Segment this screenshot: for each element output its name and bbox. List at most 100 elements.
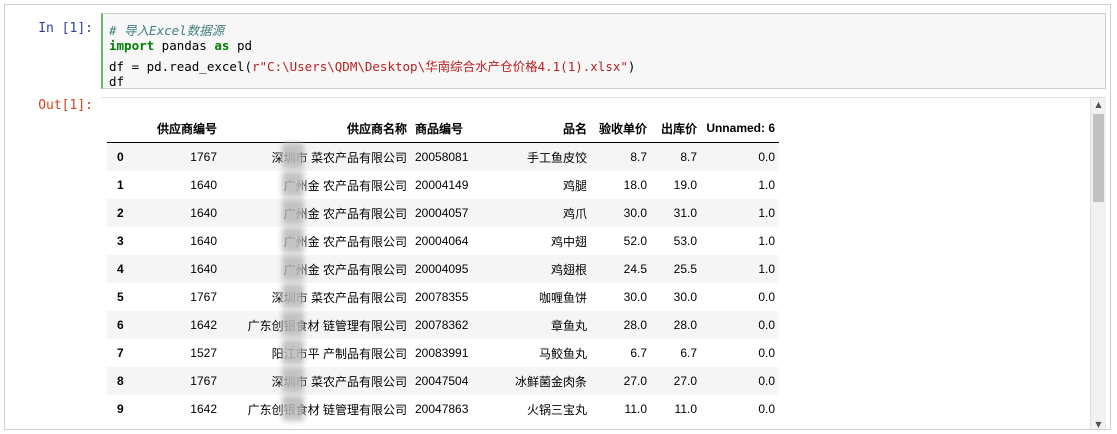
row-index: 5 [117, 290, 124, 304]
table-cell: 8.7 [630, 150, 647, 164]
code-keyword-as: as [214, 38, 230, 53]
table-row: 2 1640 广州金 农产品有限公司 20004057 鸡爪 30.0 31.0 1.0 [107, 199, 779, 227]
table-cell: 广东创银食材 链管理有限公司 [247, 402, 407, 417]
table-cell: 1.0 [758, 178, 775, 192]
column-header: 验收单价 [598, 121, 647, 136]
redaction-blur [282, 255, 304, 281]
table-cell: 1.0 [758, 234, 775, 248]
table-cell: 广州金 农产品有限公司 [283, 234, 407, 249]
table-cell: 马鲛鱼丸 [538, 346, 587, 361]
table-row: 7 1527 阳江市平 产制品有限公司 20083991 马鲛鱼丸 6.7 6.7 0.0 [107, 339, 779, 367]
scroll-down-icon[interactable]: ▼ [1091, 418, 1106, 429]
redaction-blur [282, 367, 304, 393]
row-index: 0 [117, 150, 124, 164]
vertical-scrollbar[interactable]: ▲ ▼ [1090, 98, 1106, 429]
table-cell: 30.0 [623, 206, 647, 220]
table-row: 5 1767 深圳市 菜农产品有限公司 20078355 咖喱鱼饼 30.0 30.0 0.0 [107, 283, 779, 311]
table-cell: 鸡中翅 [550, 234, 587, 249]
table-cell: 53.0 [673, 234, 697, 248]
code-alias: pd [229, 38, 253, 53]
table-cell: 1.0 [758, 206, 775, 220]
table-cell: 深圳市 菜农产品有限公司 [271, 150, 407, 165]
notebook-frame: In [1]: # 导入Excel数据源 import pandas as pd… [4, 4, 1111, 430]
column-header: 品名 [562, 121, 587, 136]
table-cell: 28.0 [623, 318, 647, 332]
output-prompt: Out[1]: [38, 98, 93, 113]
table-cell: 25.5 [673, 262, 697, 276]
table-row: 3 1640 广州金 农产品有限公司 20004064 鸡中翅 52.0 53.0 1.0 [107, 227, 779, 255]
row-index: 3 [117, 234, 124, 248]
table-cell: 广州金 农产品有限公司 [283, 178, 407, 193]
table-cell: 30.0 [673, 290, 697, 304]
table-row: 1 1640 广州金 农产品有限公司 20004149 鸡腿 18.0 19.0 1.0 [107, 171, 779, 199]
code-cell[interactable]: In [1]: # 导入Excel数据源 import pandas as pd… [5, 11, 1110, 89]
row-index: 9 [117, 402, 124, 416]
table-cell: 深圳市 菜农产品有限公司 [271, 374, 407, 389]
code-line-3: df = pd.read_excel(r"C:\Users\QDM\Deskto… [109, 56, 635, 75]
row-index: 6 [117, 318, 124, 332]
code-line-2: import pandas as pd [109, 38, 252, 53]
table-cell: 20078362 [415, 318, 469, 332]
input-prompt: In [1]: [38, 21, 93, 36]
table-cell: 18.0 [623, 178, 647, 192]
table-cell: 鸡爪 [562, 206, 587, 221]
table-cell: 深圳市 菜农产品有限公司 [271, 290, 407, 305]
code-keyword-import: import [109, 38, 155, 53]
table-cell: 20004064 [415, 234, 469, 248]
table-cell: 20078355 [415, 290, 469, 304]
code-module: pandas [154, 38, 215, 53]
table-cell: 19.0 [673, 178, 697, 192]
redaction-blur [282, 199, 304, 225]
redaction-blur [282, 311, 304, 337]
table-cell: 24.5 [623, 262, 647, 276]
table-row: 8 1767 深圳市 菜农产品有限公司 20047504 冰鲜菌金肉条 27.0 27.0 0… [107, 367, 779, 395]
table-cell: 20058081 [415, 150, 469, 164]
redaction-blur [282, 227, 304, 253]
column-header: 出库价 [660, 121, 697, 136]
table-cell: 1640 [190, 206, 217, 220]
table-cell: 1640 [190, 262, 217, 276]
table-cell: 27.0 [673, 374, 697, 388]
output-area[interactable]: 供应商编号 供应商名称 商品编号 品名 验收单价 出库价 Unnamed: 6 … [101, 97, 1106, 429]
column-header: 供应商名称 [346, 121, 407, 136]
table-cell: 广州金 农产品有限公司 [283, 206, 407, 221]
redaction-blur [282, 395, 304, 421]
table-cell: 1767 [190, 374, 217, 388]
table-cell: 1640 [190, 178, 217, 192]
redaction-blur [282, 143, 304, 169]
table-cell: 1640 [190, 234, 217, 248]
column-header: Unnamed: 6 [706, 121, 775, 135]
table-row: 6 1642 广东创银食材 链管理有限公司 20078362 章鱼丸 28.0 28.0 0.… [107, 311, 779, 339]
table-cell: 0.0 [758, 346, 775, 360]
table-cell: 52.0 [623, 234, 647, 248]
table-cell: 20083991 [415, 346, 469, 360]
table-cell: 6.7 [680, 346, 697, 360]
table-cell: 手工鱼皮饺 [526, 150, 587, 165]
table-cell: 火锅三宝丸 [526, 402, 587, 417]
table-cell: 1642 [190, 318, 217, 332]
table-cell: 1.0 [758, 262, 775, 276]
table-cell: 20004057 [415, 206, 469, 220]
table-cell: 章鱼丸 [550, 318, 587, 333]
column-header: 供应商编号 [156, 121, 217, 136]
table-row: 9 1642 广东创银食材 链管理有限公司 20047863 火锅三宝丸 11.0 11.0… [107, 395, 779, 423]
table-cell: 11.0 [674, 402, 697, 416]
table-cell: 1642 [190, 402, 217, 416]
scroll-thumb[interactable] [1093, 114, 1104, 202]
table-cell: 20047863 [415, 402, 469, 416]
table-cell: 1767 [190, 150, 217, 164]
row-index: 4 [117, 262, 124, 276]
table-cell: 广州金 农产品有限公司 [283, 262, 407, 277]
table-cell: 0.0 [758, 374, 775, 388]
table-cell: 20047504 [415, 374, 469, 388]
code-line-1: # 导入Excel数据源 [109, 20, 224, 39]
table-cell: 30.0 [623, 290, 647, 304]
code-editor[interactable]: # 导入Excel数据源 import pandas as pd df = pd… [101, 13, 1106, 89]
redaction-blur [282, 339, 304, 365]
table-cell: 广东创银食材 链管理有限公司 [247, 318, 407, 333]
column-header: 商品编号 [415, 121, 464, 136]
table-cell: 28.0 [673, 318, 697, 332]
table-cell: 27.0 [623, 374, 647, 388]
row-index: 1 [117, 178, 124, 192]
scroll-up-icon[interactable]: ▲ [1091, 98, 1106, 112]
